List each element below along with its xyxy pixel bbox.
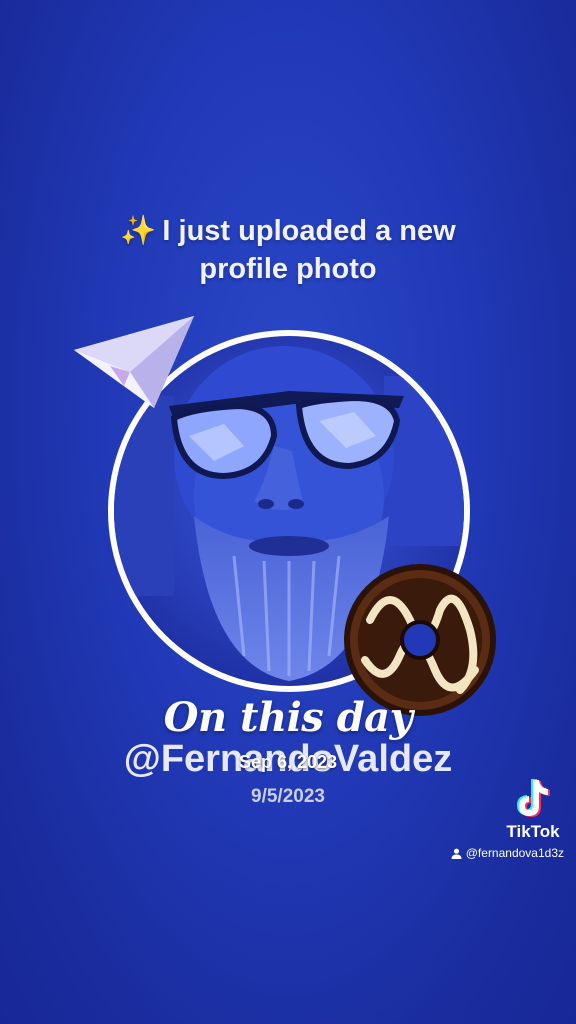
headline: ✨ I just uploaded a new profile photo xyxy=(0,212,576,288)
tiktok-username-label: @fernandova1d3z xyxy=(465,846,564,860)
user-icon xyxy=(451,848,462,859)
tiktok-brand: TikTok xyxy=(506,822,560,841)
profile-date: 9/5/2023 xyxy=(251,786,325,807)
sparkles-icon: ✨ xyxy=(120,215,157,247)
paper-plane-icon xyxy=(74,316,194,408)
headline-line-1: I just uploaded a new xyxy=(162,215,456,247)
tiktok-logo-icon xyxy=(517,779,550,817)
memory-date: Sep 6, 2023 xyxy=(238,752,338,772)
headline-line-2: profile photo xyxy=(199,253,377,285)
memory-title: On this day xyxy=(163,694,413,741)
tiktok-username: @fernandova1d3z xyxy=(451,846,564,860)
